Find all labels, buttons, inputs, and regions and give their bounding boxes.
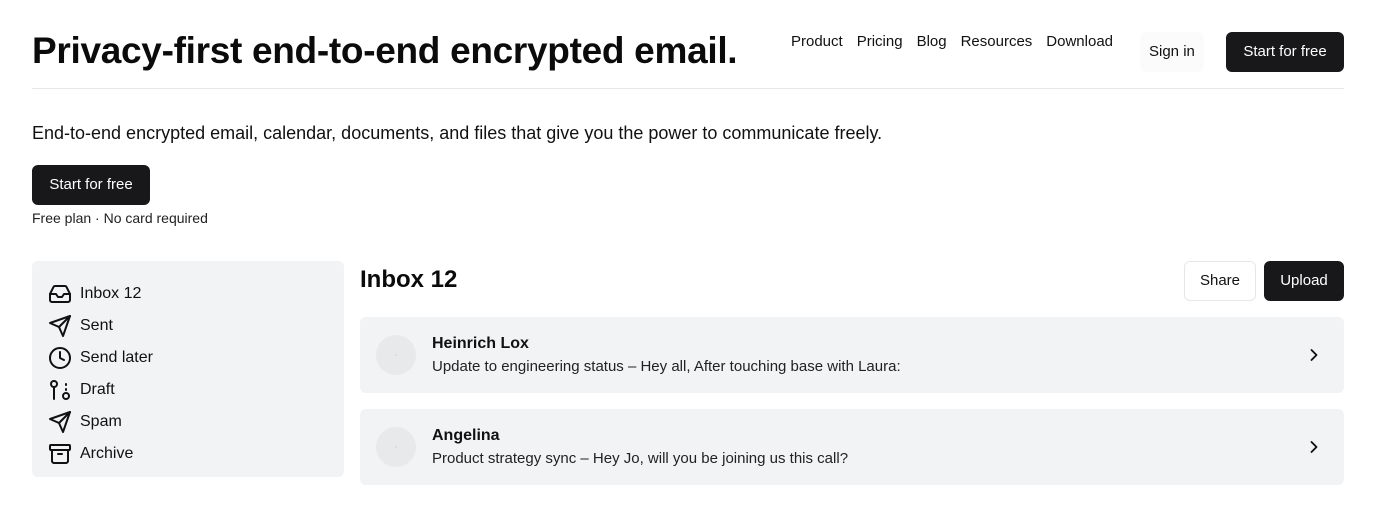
- free-plan-note: Free plan · No card required: [32, 210, 208, 226]
- sidebar-item-label: Spam: [80, 413, 122, 430]
- sign-in-button[interactable]: Sign in: [1140, 32, 1204, 72]
- nav-link-resources[interactable]: Resources: [954, 33, 1040, 51]
- message-row[interactable]: Heinrich Lox Update to engineering statu…: [360, 317, 1344, 393]
- sidebar-item-label: Inbox 12: [80, 285, 142, 302]
- upload-button[interactable]: Upload: [1264, 261, 1344, 301]
- nav-link-download[interactable]: Download: [1039, 33, 1120, 51]
- sidebar-item-sent[interactable]: Sent: [48, 310, 344, 342]
- inbox-icon: [48, 282, 72, 306]
- start-for-free-header-button[interactable]: Start for free: [1226, 32, 1344, 72]
- sidebar-item-label: Send later: [80, 349, 153, 366]
- nav-link-blog[interactable]: Blog: [910, 33, 954, 51]
- sidebar-item-spam[interactable]: Spam: [48, 406, 344, 438]
- avatar: [376, 427, 416, 467]
- message-sender: Heinrich Lox: [432, 335, 529, 352]
- sidebar-item-label: Draft: [80, 381, 115, 398]
- sidebar-item-label: Sent: [80, 317, 113, 334]
- clock-icon: [48, 346, 72, 370]
- inbox-heading: Inbox 12: [360, 266, 458, 293]
- sidebar-item-label: Archive: [80, 445, 134, 462]
- archive-icon: [48, 442, 72, 466]
- sidebar-item-send-later[interactable]: Send later: [48, 342, 344, 374]
- sidebar-item-archive[interactable]: Archive: [48, 438, 344, 470]
- start-for-free-button[interactable]: Start for free: [32, 165, 150, 205]
- chevron-right-icon: [1310, 349, 1318, 361]
- main-nav: Product Pricing Blog Resources Download: [784, 33, 1120, 51]
- git-pull-request-icon: [48, 378, 72, 402]
- page-title: Privacy-first end-to-end encrypted email…: [32, 30, 738, 71]
- site-header: Privacy-first end-to-end encrypted email…: [32, 0, 1344, 89]
- nav-link-pricing[interactable]: Pricing: [850, 33, 910, 51]
- message-sender: Angelina: [432, 427, 500, 444]
- send-icon: [48, 410, 72, 434]
- chevron-right-icon: [1310, 441, 1318, 453]
- message-row[interactable]: Angelina Product strategy sync – Hey Jo,…: [360, 409, 1344, 485]
- share-button[interactable]: Share: [1184, 261, 1256, 301]
- sidebar-item-draft[interactable]: Draft: [48, 374, 344, 406]
- message-preview: Update to engineering status – Hey all, …: [432, 358, 901, 375]
- hero-lead-text: End-to-end encrypted email, calendar, do…: [32, 123, 883, 143]
- sidebar-item-inbox[interactable]: Inbox 12: [48, 278, 344, 310]
- nav-link-product[interactable]: Product: [784, 33, 850, 51]
- send-icon: [48, 314, 72, 338]
- avatar: [376, 335, 416, 375]
- mail-sidebar: Inbox 12 Sent Send later Draft Spam Arch…: [32, 261, 344, 477]
- message-preview: Product strategy sync – Hey Jo, will you…: [432, 450, 849, 467]
